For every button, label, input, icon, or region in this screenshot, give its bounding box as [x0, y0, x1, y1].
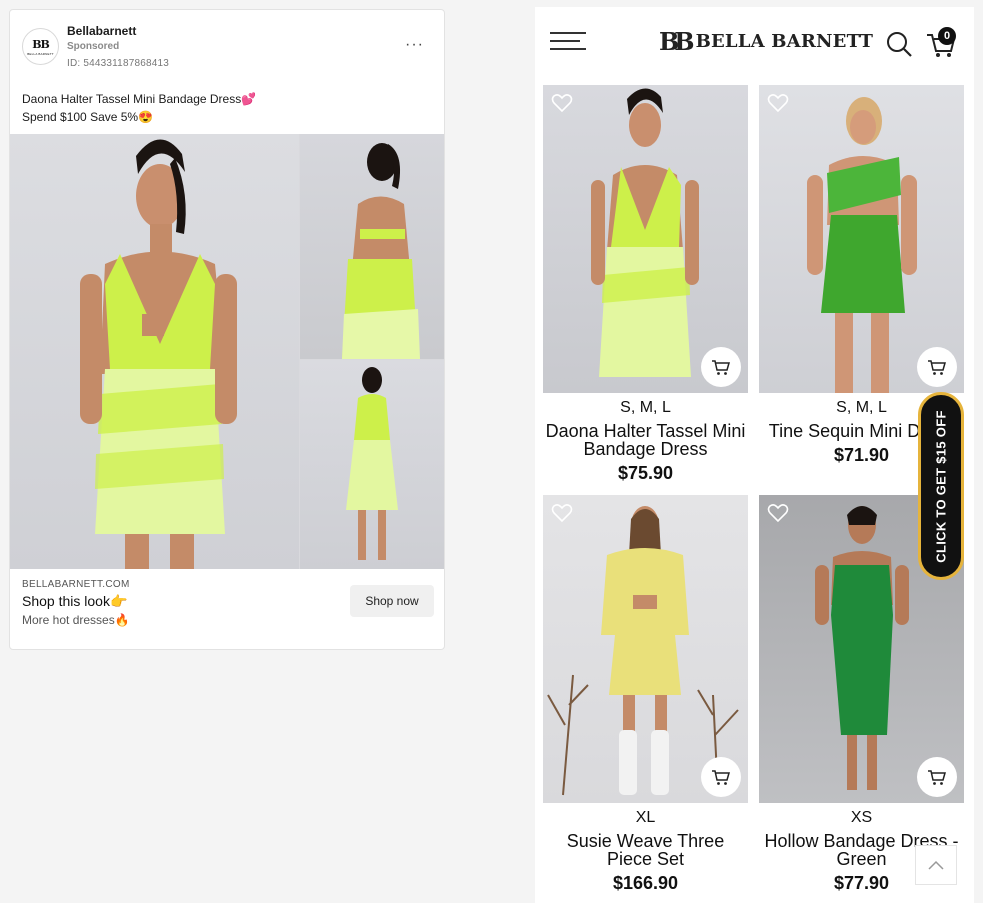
page-avatar[interactable]: BB BELLA BARNETT — [22, 28, 59, 65]
product-card[interactable]: S, M, L Daona Halter Tassel Mini Bandage… — [543, 85, 748, 484]
ad-caption-line2: Spend $100 Save 5%😍 — [22, 110, 154, 124]
brand-logo-mark: BB — [659, 27, 695, 56]
product-card[interactable]: XL Susie Weave Three Piece Set $166.90 — [543, 495, 748, 894]
product-sizes: S, M, L — [620, 399, 671, 416]
ad-description: More hot dresses🔥 — [22, 613, 130, 627]
search-icon[interactable] — [885, 30, 913, 58]
wishlist-heart-icon[interactable] — [767, 503, 789, 523]
ad-image-full-length[interactable] — [300, 360, 444, 569]
product-price: $75.90 — [617, 463, 674, 483]
promo-label: CLICK TO GET $15 OFF — [933, 409, 949, 563]
shop-mobile-view: BB BELLA BARNETT 0 S, M, L Daona Halter … — [535, 7, 974, 903]
add-to-cart-icon — [712, 770, 730, 785]
add-to-cart-icon — [712, 360, 730, 375]
add-to-cart-icon — [928, 360, 946, 375]
shop-header: BB BELLA BARNETT 0 — [535, 7, 974, 77]
wishlist-heart-icon[interactable] — [767, 93, 789, 113]
ad-caption: Daona Halter Tassel Mini Bandage Dress💕 … — [10, 86, 444, 134]
scroll-to-top-button[interactable] — [915, 845, 957, 885]
more-options-icon[interactable]: ··· — [405, 36, 424, 54]
product-name[interactable]: Daona Halter Tassel Mini Bandage Dress — [543, 422, 748, 458]
ad-footer: BELLABARNETT.COM Shop this look👉 More ho… — [10, 569, 444, 649]
ad-id: ID: 544331187868413 — [67, 58, 170, 69]
add-to-cart-button[interactable] — [917, 347, 957, 387]
ad-image-front[interactable] — [10, 134, 299, 569]
sponsored-ad-card: BB BELLA BARNETT Bellabarnett Sponsored … — [9, 9, 445, 650]
product-image[interactable] — [543, 85, 748, 393]
brand-name: BELLA BARNETT — [695, 31, 874, 52]
product-sizes: XL — [635, 809, 656, 826]
wishlist-heart-icon[interactable] — [551, 503, 573, 523]
ad-caption-line1: Daona Halter Tassel Mini Bandage Dress💕 — [22, 92, 257, 106]
avatar-logo-mark: BB — [32, 37, 50, 51]
avatar-logo-text: BELLA BARNETT — [27, 51, 54, 56]
add-to-cart-button[interactable] — [917, 757, 957, 797]
product-image[interactable] — [543, 495, 748, 803]
ad-header: BB BELLA BARNETT Bellabarnett Sponsored … — [10, 10, 444, 86]
add-to-cart-button[interactable] — [701, 347, 741, 387]
brand-logo[interactable]: BB BELLA BARNETT — [659, 27, 873, 56]
ad-image-back[interactable] — [300, 134, 444, 359]
sponsored-label: Sponsored — [67, 41, 120, 52]
product-price: $166.90 — [612, 873, 679, 893]
add-to-cart-icon — [928, 770, 946, 785]
ad-domain[interactable]: BELLABARNETT.COM — [22, 579, 130, 590]
product-image[interactable] — [759, 85, 964, 393]
menu-icon[interactable] — [550, 32, 586, 54]
wishlist-heart-icon[interactable] — [551, 93, 573, 113]
add-to-cart-button[interactable] — [701, 757, 741, 797]
shop-now-button[interactable]: Shop now — [350, 585, 434, 617]
ad-headline[interactable]: Shop this look👉 — [22, 593, 127, 610]
product-sizes: XS — [850, 809, 873, 826]
page-name[interactable]: Bellabarnett — [67, 24, 136, 38]
product-name[interactable]: Susie Weave Three Piece Set — [543, 832, 748, 868]
ad-image-collage[interactable] — [10, 134, 444, 569]
cart-count-badge: 0 — [938, 27, 956, 45]
discount-promo-tab[interactable]: CLICK TO GET $15 OFF — [918, 392, 964, 580]
chevron-up-icon — [928, 860, 944, 870]
